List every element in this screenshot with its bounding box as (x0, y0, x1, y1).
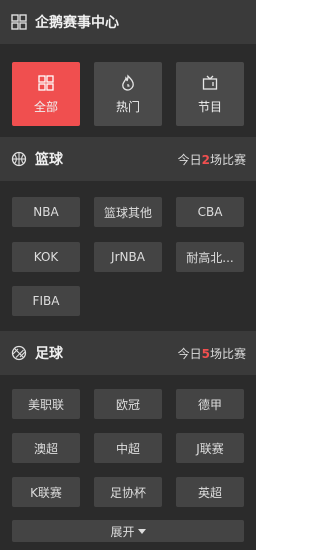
tab-label: 热门 (115, 99, 140, 114)
expand-button[interactable]: 展开 (12, 520, 244, 542)
grid-icon (38, 74, 54, 91)
league-chip[interactable]: 足协杯 (94, 477, 162, 507)
category-tabs: 全部 热门 节目 (12, 62, 244, 126)
tv-icon (202, 75, 218, 90)
league-chip[interactable]: 澳超 (12, 433, 80, 463)
basketball-icon (11, 151, 27, 167)
tab-label: 全部 (33, 99, 58, 114)
today-prefix: 今日 (177, 346, 202, 361)
expand-label: 展开 (110, 524, 135, 539)
today-matches[interactable]: 今日5场比赛 (178, 345, 246, 362)
league-chip[interactable]: 英超 (176, 477, 244, 507)
league-chip[interactable]: JrNBA (94, 242, 162, 272)
panel-title: 企鹅赛事中心 (35, 15, 119, 31)
tab-all[interactable]: 全部 (12, 62, 80, 126)
league-chip[interactable]: KOK (12, 242, 80, 272)
league-chip[interactable]: K联赛 (12, 477, 80, 507)
basketball-section-header[interactable]: 篮球 今日2场比赛 (0, 137, 256, 181)
flame-icon (122, 73, 134, 91)
league-chip[interactable]: 美职联 (12, 389, 80, 419)
section-title: 足球 (35, 346, 63, 362)
today-count: 5 (201, 346, 210, 361)
league-chip[interactable]: 欧冠 (94, 389, 162, 419)
today-prefix: 今日 (177, 152, 202, 167)
league-chip[interactable]: FIBA (12, 286, 80, 316)
section-title: 篮球 (35, 152, 63, 168)
grid-icon (11, 14, 27, 30)
league-chip[interactable]: 耐高北... (176, 242, 244, 272)
soccer-ball-icon (11, 345, 27, 361)
league-chip[interactable]: 德甲 (176, 389, 244, 419)
panel-header: 企鹅赛事中心 (0, 0, 256, 44)
today-suffix: 场比赛 (209, 152, 246, 167)
football-section-header[interactable]: 足球 今日5场比赛 (0, 331, 256, 375)
tab-programs[interactable]: 节目 (176, 62, 244, 126)
caret-down-icon (137, 528, 146, 534)
league-chip[interactable]: 中超 (94, 433, 162, 463)
today-count: 2 (201, 152, 210, 167)
league-chip[interactable]: NBA (12, 197, 80, 227)
tab-hot[interactable]: 热门 (94, 62, 162, 126)
league-chip[interactable]: 篮球其他 (94, 197, 162, 227)
today-suffix: 场比赛 (209, 346, 246, 361)
league-chip[interactable]: CBA (176, 197, 244, 227)
today-matches[interactable]: 今日2场比赛 (178, 151, 246, 168)
league-chip[interactable]: J联赛 (176, 433, 244, 463)
tab-label: 节目 (197, 99, 222, 114)
sports-center-panel: 企鹅赛事中心 全部 热门 节目 篮球 今日2场比赛 NBA 篮球其他 CBA K… (0, 0, 256, 550)
